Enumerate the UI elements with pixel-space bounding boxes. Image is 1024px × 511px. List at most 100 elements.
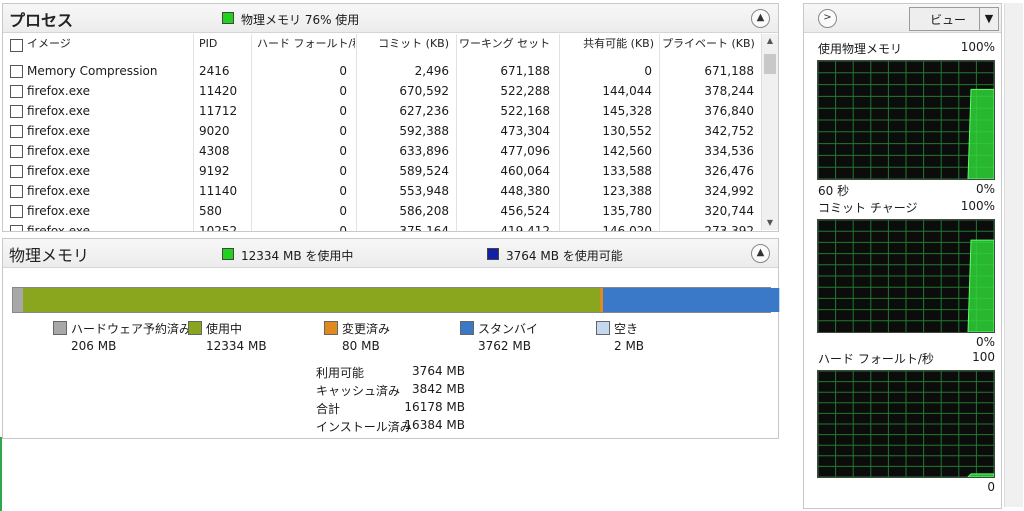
legend-swatch [460, 321, 474, 335]
process-working-set: 448,380 [500, 184, 550, 198]
graph-title: 使用物理メモリ [818, 42, 903, 56]
process-hard-faults: 0 [339, 124, 347, 138]
legend-label: 使用中 [206, 322, 243, 336]
column-header-working-set[interactable]: ワーキング セット ... [459, 34, 553, 54]
stat-label: 合計 [316, 402, 341, 416]
process-header[interactable]: プロセス 物理メモリ 76% 使用 ▲ [3, 4, 778, 33]
legend-swatch [53, 321, 67, 335]
process-shareable: 123,388 [602, 184, 652, 198]
process-pid: 2416 [199, 64, 230, 78]
graph-min-label: 0% [975, 335, 995, 349]
process-private: 324,992 [704, 184, 754, 198]
process-working-set: 460,064 [500, 164, 550, 178]
collapse-physical-memory-button[interactable]: ▲ [751, 244, 770, 263]
process-hard-faults: 0 [339, 224, 347, 231]
process-shareable: 144,044 [602, 84, 652, 98]
process-pid: 9020 [199, 124, 230, 138]
row-checkbox[interactable] [10, 225, 23, 231]
table-row[interactable]: firefox.exe 11420 0 670,592 522,288 144,044 37… [3, 81, 763, 101]
graph-canvas [818, 61, 994, 179]
table-row[interactable]: firefox.exe 11712 0 627,236 522,168 145,328 37… [3, 101, 763, 121]
row-checkbox[interactable] [10, 205, 23, 218]
available-swatch [487, 248, 499, 260]
expand-graphs-button[interactable]: > [818, 9, 837, 28]
process-hard-faults: 0 [339, 64, 347, 78]
process-private: 378,244 [704, 84, 754, 98]
graph-max-label: 100% [960, 199, 995, 213]
process-shareable: 142,560 [602, 144, 652, 158]
table-row[interactable]: Memory Compression 2416 0 2,496 671,188 0 671,… [3, 61, 763, 81]
in-use-summary: 12334 MB を使用中 [241, 249, 354, 263]
table-row[interactable]: firefox.exe 580 0 586,208 456,524 135,780 320,… [3, 201, 763, 221]
graph-2 [817, 219, 995, 333]
legend-label: ハードウェア予約済み [71, 322, 192, 336]
select-all-checkbox[interactable] [10, 39, 23, 52]
process-name: firefox.exe [27, 204, 91, 218]
table-row[interactable]: firefox.exe 9020 0 592,388 473,304 130,552 342… [3, 121, 763, 141]
row-checkbox[interactable] [10, 105, 23, 118]
physical-memory-header[interactable]: 物理メモリ 12334 MB を使用中 3764 MB を使用可能 ▲ [3, 239, 778, 268]
process-hard-faults: 0 [339, 144, 347, 158]
table-row[interactable]: firefox.exe 10252 0 375,164 419,412 146,020 27… [3, 221, 763, 231]
column-header-commit[interactable]: コミット (KB) [359, 34, 449, 54]
scroll-up-icon[interactable]: ▲ [762, 34, 778, 48]
process-name: firefox.exe [27, 184, 91, 198]
stat-value: 16384 MB [404, 418, 465, 432]
column-header-hard-faults[interactable]: ハード フォールト/秒 [257, 34, 355, 54]
process-working-set: 522,288 [500, 84, 550, 98]
process-shareable: 146,020 [602, 224, 652, 231]
process-private: 376,840 [704, 104, 754, 118]
legend-swatch [188, 321, 202, 335]
table-row[interactable]: firefox.exe 4308 0 633,896 477,096 142,560 334… [3, 141, 763, 161]
table-row[interactable]: firefox.exe 9192 0 589,524 460,064 133,588 326… [3, 161, 763, 181]
available-summary: 3764 MB を使用可能 [506, 249, 623, 263]
graph-min-label: 0% [975, 182, 995, 196]
process-commit: 553,948 [399, 184, 449, 198]
process-private: 671,188 [704, 64, 754, 78]
process-pid: 9192 [199, 164, 230, 178]
process-panel: プロセス 物理メモリ 76% 使用 ▲ イメージ PID ハード フォールト/秒… [2, 3, 779, 232]
process-pid: 580 [199, 204, 222, 218]
window-scrollbar[interactable] [1004, 3, 1023, 507]
row-checkbox[interactable] [10, 145, 23, 158]
process-private: 326,476 [704, 164, 754, 178]
row-checkbox[interactable] [10, 125, 23, 138]
legend-value: 3762 MB [478, 339, 531, 353]
row-checkbox[interactable] [10, 185, 23, 198]
scroll-down-icon[interactable]: ▼ [762, 216, 778, 230]
row-checkbox[interactable] [10, 85, 23, 98]
process-working-set: 477,096 [500, 144, 550, 158]
memory-bar-segment-reserved [13, 288, 23, 312]
process-private: 273,392 [704, 224, 754, 231]
process-private: 342,752 [704, 124, 754, 138]
process-name: firefox.exe [27, 144, 91, 158]
column-header-private[interactable]: プライベート (KB) [662, 34, 754, 54]
process-name: firefox.exe [27, 124, 91, 138]
collapse-process-button[interactable]: ▲ [751, 9, 770, 28]
stat-label: キャッシュ済み [316, 384, 401, 398]
process-commit: 670,592 [399, 84, 449, 98]
process-scrollbar[interactable]: ▲ ▼ [761, 34, 778, 230]
view-dropdown[interactable]: ビュー ▼ [909, 7, 999, 31]
graph-canvas [818, 371, 994, 477]
scrollbar-thumb[interactable] [764, 54, 776, 74]
row-checkbox[interactable] [10, 165, 23, 178]
process-hard-faults: 0 [339, 84, 347, 98]
process-working-set: 671,188 [500, 64, 550, 78]
process-commit: 375,164 [399, 224, 449, 231]
memory-usage-swatch [222, 12, 234, 24]
process-hard-faults: 0 [339, 104, 347, 118]
process-commit: 2,496 [414, 64, 449, 78]
stat-value: 3764 MB [412, 364, 465, 378]
graph-title: ハード フォールト/秒 [818, 352, 934, 366]
column-header-pid[interactable]: PID [199, 34, 249, 54]
column-header-image[interactable]: イメージ [27, 34, 187, 54]
legend-swatch [596, 321, 610, 335]
process-hard-faults: 0 [339, 164, 347, 178]
column-header-shareable[interactable]: 共有可能 (KB) [562, 34, 654, 54]
process-title: プロセス [9, 11, 74, 30]
row-checkbox[interactable] [10, 65, 23, 78]
process-name: firefox.exe [27, 84, 91, 98]
table-row[interactable]: firefox.exe 11140 0 553,948 448,380 123,388 32… [3, 181, 763, 201]
physical-memory-panel: 物理メモリ 12334 MB を使用中 3764 MB を使用可能 ▲ ハードウ… [2, 238, 780, 439]
